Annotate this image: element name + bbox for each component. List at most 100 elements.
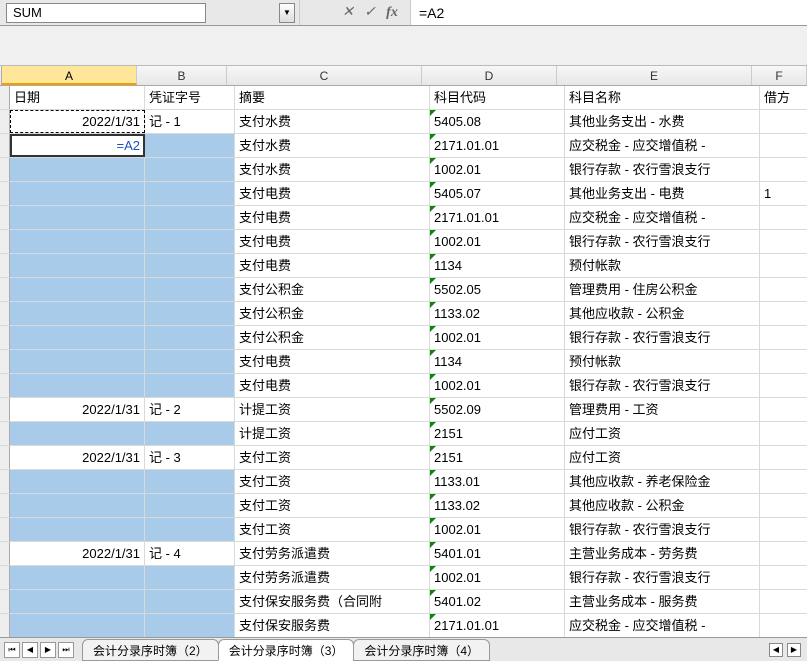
cancel-icon[interactable]: ✕: [340, 4, 356, 21]
cell[interactable]: [145, 518, 235, 541]
row-lead[interactable]: [0, 398, 10, 421]
name-box-dropdown[interactable]: ▼: [279, 3, 295, 23]
cell[interactable]: 预付帐款: [565, 254, 760, 277]
row-lead[interactable]: [0, 542, 10, 565]
cell[interactable]: 支付电费: [235, 350, 430, 373]
cell[interactable]: 管理费用 - 工资: [565, 398, 760, 421]
cell[interactable]: 其他应收款 - 公积金: [565, 494, 760, 517]
cell[interactable]: 1134: [430, 350, 565, 373]
sheet-tab[interactable]: 会计分录序时簿（3）: [218, 639, 355, 661]
cell[interactable]: 5502.05: [430, 278, 565, 301]
cell[interactable]: 管理费用 - 住房公积金: [565, 278, 760, 301]
cell[interactable]: [760, 278, 807, 301]
cell[interactable]: [760, 470, 807, 493]
cell[interactable]: [760, 206, 807, 229]
cell[interactable]: 其他业务支出 - 水费: [565, 110, 760, 133]
cell[interactable]: 应付工资: [565, 446, 760, 469]
cell[interactable]: 主营业务成本 - 服务费: [565, 590, 760, 613]
cell[interactable]: 支付工资: [235, 446, 430, 469]
cell[interactable]: 2022/1/31: [10, 398, 145, 421]
tab-first-icon[interactable]: ⏮: [4, 642, 20, 658]
cell[interactable]: [760, 614, 807, 637]
cell[interactable]: [145, 566, 235, 589]
cell[interactable]: 支付保安服务费（合同附: [235, 590, 430, 613]
cell[interactable]: 银行存款 - 农行雪浪支行: [565, 230, 760, 253]
sheet-tab[interactable]: 会计分录序时簿（4）: [353, 639, 490, 661]
cell[interactable]: [10, 374, 145, 397]
tab-next-icon[interactable]: ▶: [40, 642, 56, 658]
col-head-A[interactable]: A: [2, 66, 137, 85]
cell[interactable]: 银行存款 - 农行雪浪支行: [565, 158, 760, 181]
col-head-D[interactable]: D: [422, 66, 557, 85]
accept-icon[interactable]: ✓: [362, 4, 378, 21]
cell[interactable]: 支付公积金: [235, 302, 430, 325]
cell[interactable]: 支付电费: [235, 206, 430, 229]
cell[interactable]: [10, 254, 145, 277]
cell[interactable]: 支付劳务派遣费: [235, 542, 430, 565]
cell[interactable]: [10, 326, 145, 349]
cell[interactable]: 支付公积金: [235, 326, 430, 349]
cell[interactable]: 1133.01: [430, 470, 565, 493]
row-lead[interactable]: [0, 326, 10, 349]
spreadsheet-grid[interactable]: 日期凭证字号摘要科目代码科目名称借方2022/1/31记 - 1支付水费5405…: [0, 86, 807, 638]
cell[interactable]: [10, 350, 145, 373]
row-lead[interactable]: [0, 350, 10, 373]
cell[interactable]: 2171.01.01: [430, 614, 565, 637]
cell[interactable]: 凭证字号: [145, 86, 235, 109]
cell[interactable]: [10, 494, 145, 517]
sheet-tab[interactable]: 会计分录序时簿（2）: [82, 639, 219, 661]
cell[interactable]: [760, 350, 807, 373]
cell[interactable]: 1: [760, 182, 807, 205]
cell[interactable]: [145, 326, 235, 349]
cell[interactable]: 其他应收款 - 养老保险金: [565, 470, 760, 493]
row-lead[interactable]: [0, 254, 10, 277]
row-lead[interactable]: [0, 374, 10, 397]
name-box[interactable]: SUM: [6, 3, 206, 23]
cell[interactable]: 科目名称: [565, 86, 760, 109]
cell[interactable]: [10, 230, 145, 253]
cell[interactable]: [145, 494, 235, 517]
cell[interactable]: 2022/1/31: [10, 542, 145, 565]
cell[interactable]: [760, 230, 807, 253]
cell[interactable]: [10, 518, 145, 541]
cell[interactable]: [10, 206, 145, 229]
cell[interactable]: 2151: [430, 446, 565, 469]
cell[interactable]: 2171.01.01: [430, 134, 565, 157]
cell[interactable]: [760, 374, 807, 397]
cell[interactable]: 应交税金 - 应交增值税 -: [565, 206, 760, 229]
cell[interactable]: [10, 302, 145, 325]
row-lead[interactable]: [0, 446, 10, 469]
cell[interactable]: =A2: [10, 134, 145, 157]
cell[interactable]: [145, 422, 235, 445]
cell[interactable]: 其他应收款 - 公积金: [565, 302, 760, 325]
cell[interactable]: [10, 158, 145, 181]
col-head-F[interactable]: F: [752, 66, 807, 85]
cell[interactable]: [145, 206, 235, 229]
cell[interactable]: 1133.02: [430, 494, 565, 517]
cell[interactable]: [760, 254, 807, 277]
row-lead[interactable]: [0, 470, 10, 493]
cell[interactable]: 银行存款 - 农行雪浪支行: [565, 374, 760, 397]
cell[interactable]: 借方: [760, 86, 807, 109]
cell[interactable]: [145, 134, 235, 157]
fx-icon[interactable]: fx: [384, 5, 400, 21]
cell[interactable]: [10, 182, 145, 205]
tab-last-icon[interactable]: ⏭: [58, 642, 74, 658]
row-lead[interactable]: [0, 422, 10, 445]
row-lead[interactable]: [0, 206, 10, 229]
cell[interactable]: 支付电费: [235, 182, 430, 205]
cell[interactable]: 5502.09: [430, 398, 565, 421]
cell[interactable]: [145, 590, 235, 613]
cell[interactable]: 1002.01: [430, 518, 565, 541]
cell[interactable]: 2171.01.01: [430, 206, 565, 229]
cell[interactable]: 支付保安服务费: [235, 614, 430, 637]
cell[interactable]: [760, 326, 807, 349]
tab-prev-icon[interactable]: ◀: [22, 642, 38, 658]
cell[interactable]: 5405.07: [430, 182, 565, 205]
cell[interactable]: [145, 350, 235, 373]
formula-input[interactable]: =A2: [411, 0, 807, 25]
cell[interactable]: [760, 110, 807, 133]
cell[interactable]: [760, 542, 807, 565]
row-lead[interactable]: [0, 86, 10, 109]
col-head-B[interactable]: B: [137, 66, 227, 85]
